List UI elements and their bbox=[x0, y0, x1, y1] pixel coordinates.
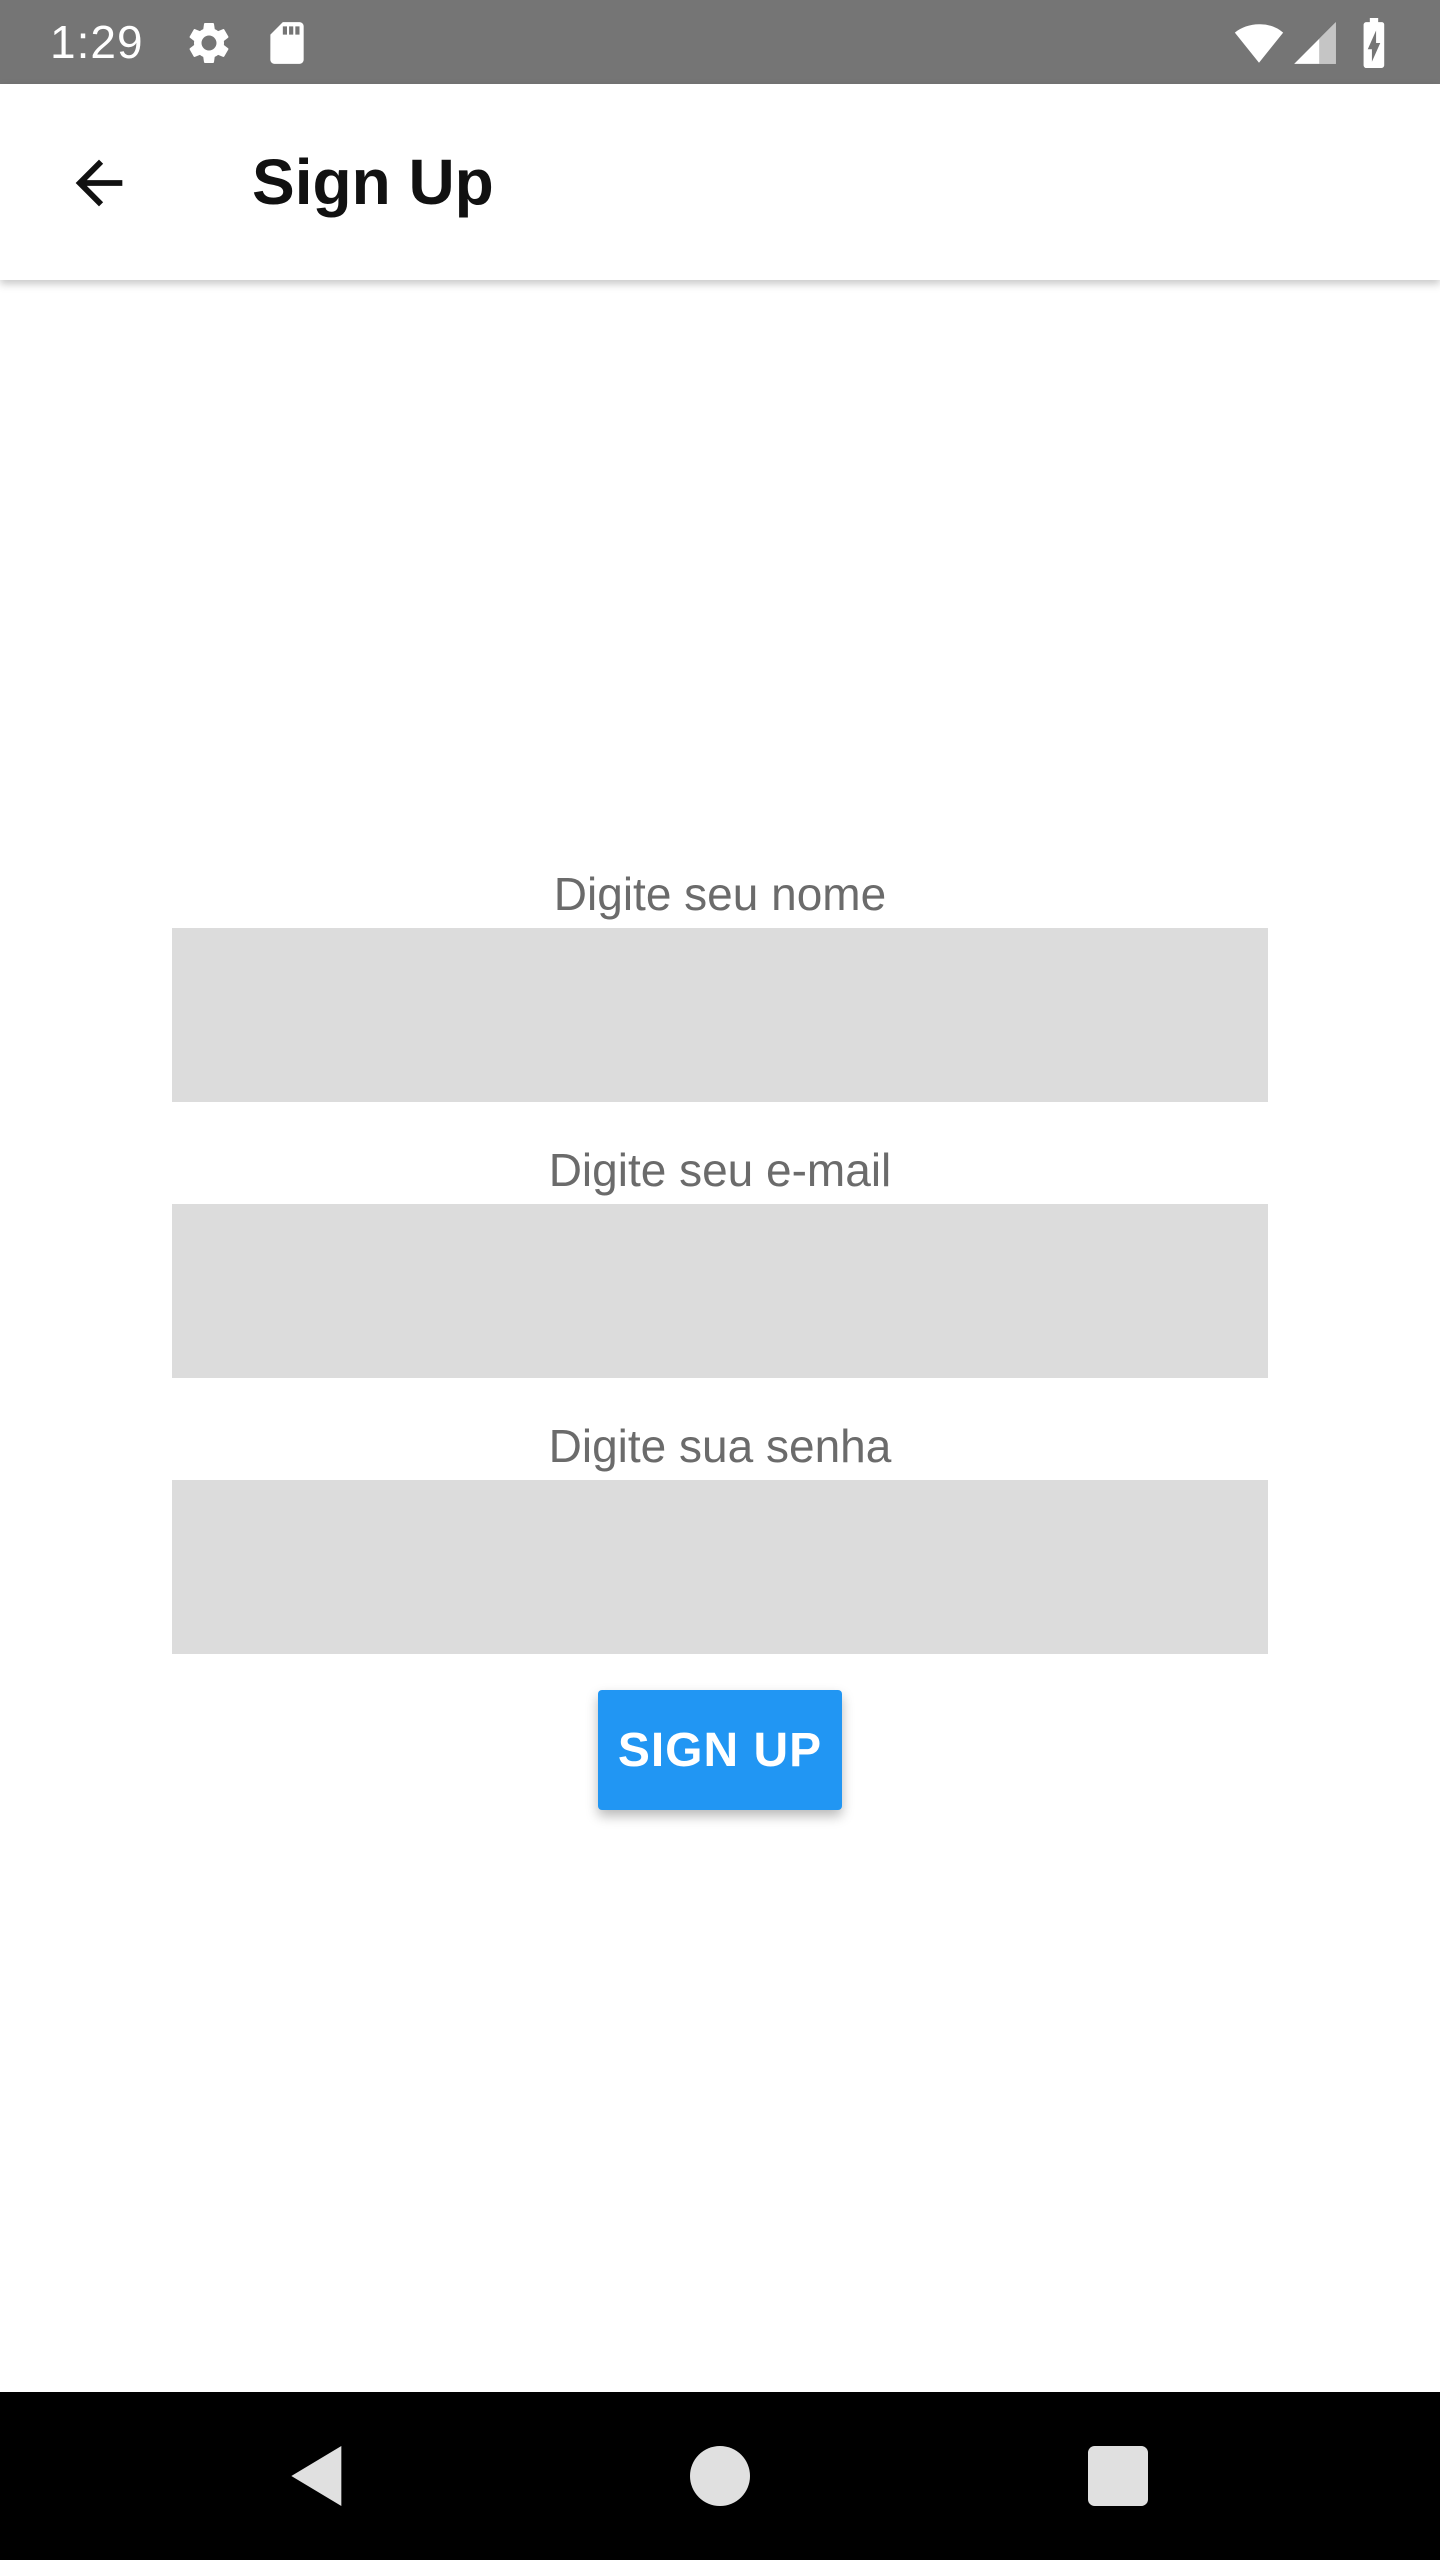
settings-icon bbox=[184, 18, 234, 68]
name-input[interactable] bbox=[172, 928, 1268, 1102]
name-field-group: Digite seu nome bbox=[172, 860, 1268, 1102]
password-input[interactable] bbox=[172, 1480, 1268, 1654]
signal-icon bbox=[1290, 18, 1340, 68]
page-title: Sign Up bbox=[252, 146, 494, 218]
wifi-icon bbox=[1230, 18, 1288, 68]
status-bar: 1:29 bbox=[0, 0, 1440, 84]
name-label: Digite seu nome bbox=[553, 868, 887, 920]
password-label: Digite sua senha bbox=[548, 1420, 892, 1472]
signup-button[interactable]: SIGN UP bbox=[598, 1690, 842, 1810]
navigation-bar bbox=[0, 2392, 1440, 2560]
email-label: Digite seu e-mail bbox=[548, 1144, 892, 1196]
back-button[interactable] bbox=[44, 128, 154, 238]
arrow-back-icon bbox=[64, 148, 134, 218]
nav-back-icon[interactable] bbox=[278, 2436, 358, 2516]
email-field-group: Digite seu e-mail bbox=[172, 1136, 1268, 1378]
app-bar: Sign Up bbox=[0, 84, 1440, 280]
status-time: 1:29 bbox=[50, 16, 144, 68]
battery-charging-icon bbox=[1354, 18, 1394, 68]
email-input[interactable] bbox=[172, 1204, 1268, 1378]
password-field-group: Digite sua senha bbox=[172, 1412, 1268, 1654]
nav-home-icon[interactable] bbox=[680, 2436, 760, 2516]
sd-card-icon bbox=[262, 18, 312, 68]
nav-recents-icon[interactable] bbox=[1078, 2436, 1158, 2516]
